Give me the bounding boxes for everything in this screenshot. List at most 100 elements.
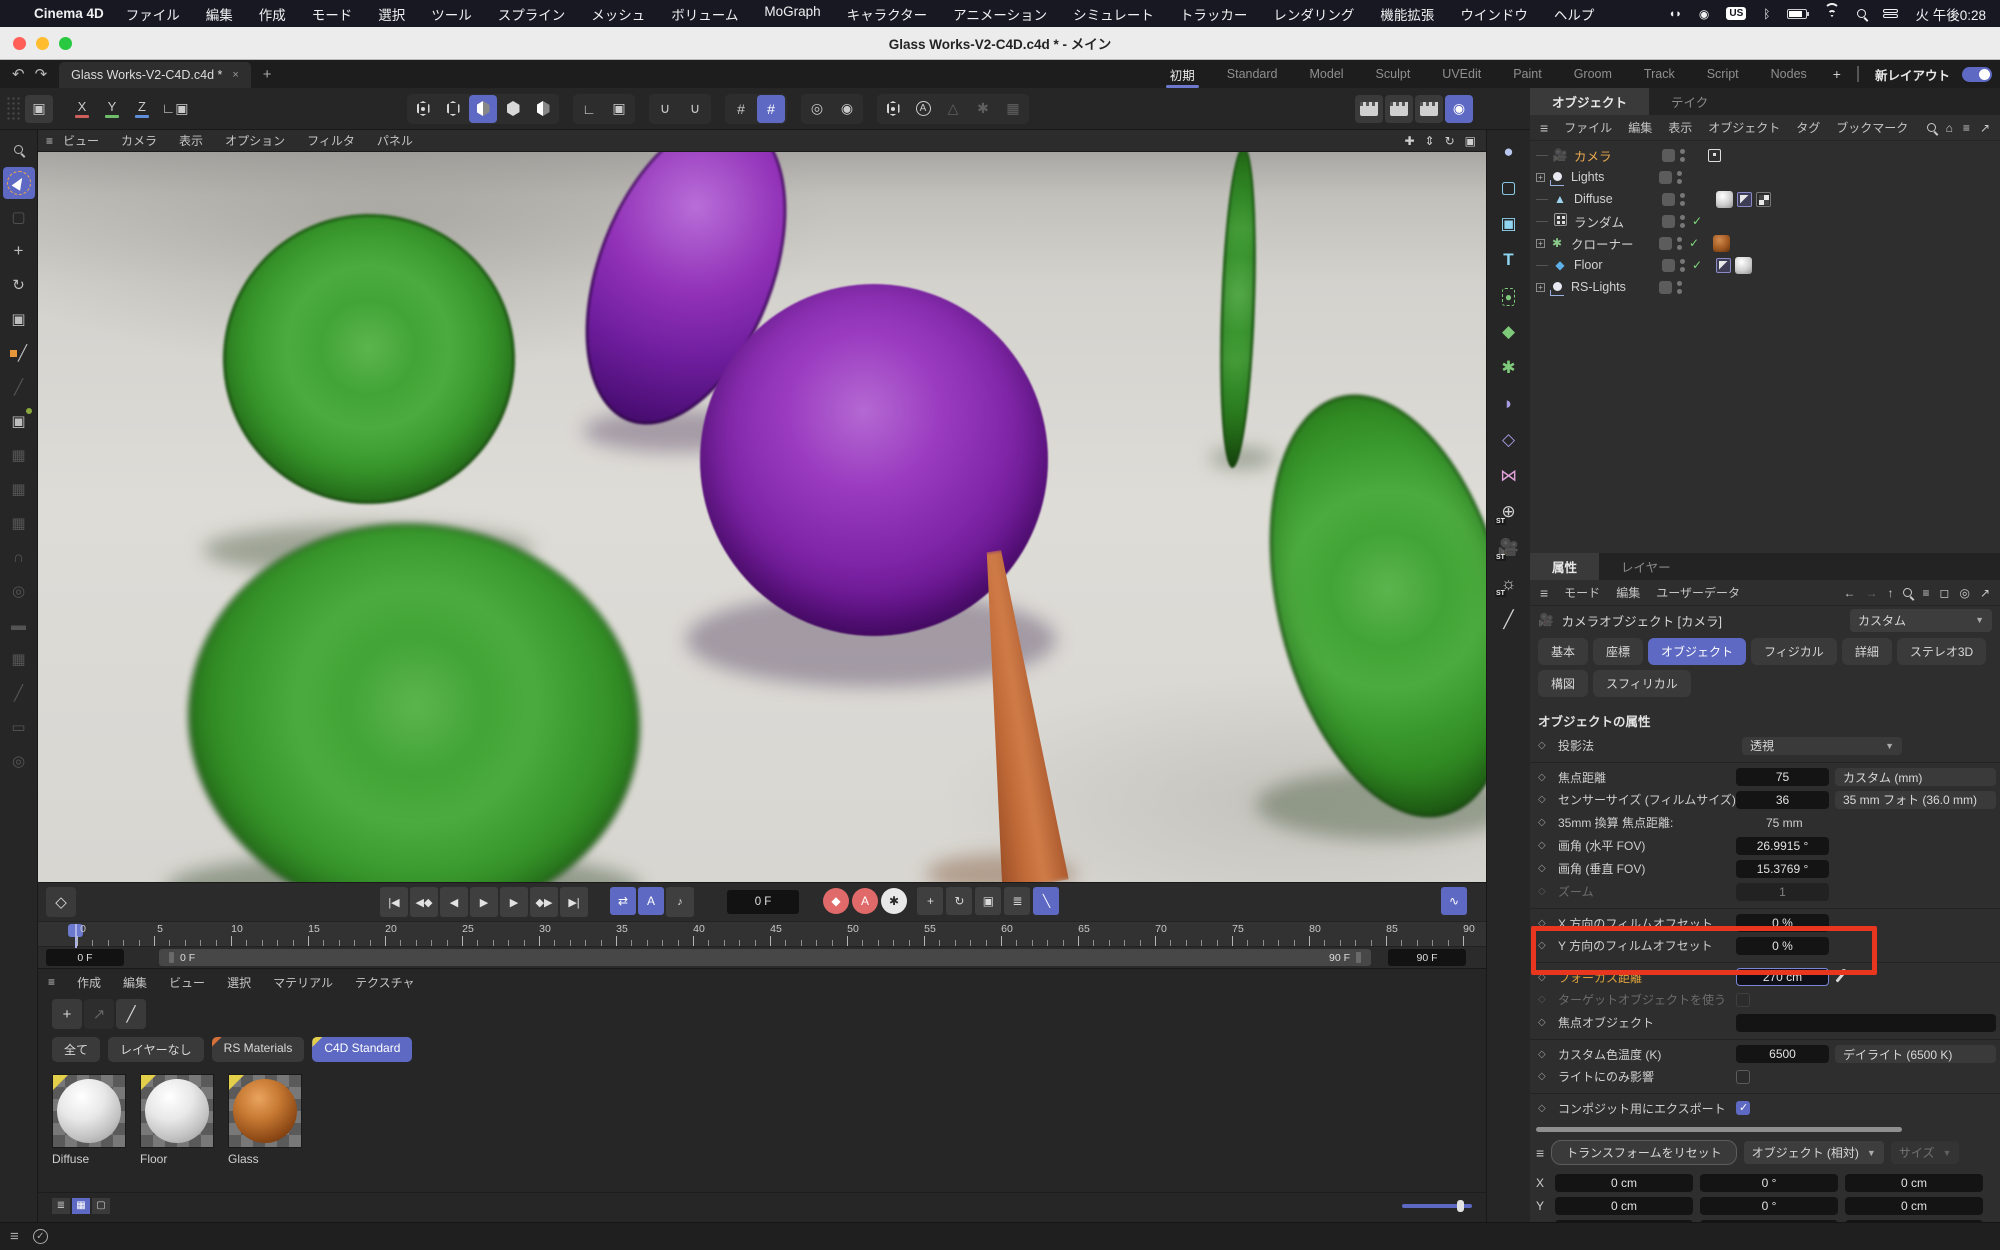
record-pla-button[interactable]: ╲ xyxy=(1033,887,1059,915)
points-mode-tool[interactable]: ▦ xyxy=(3,439,35,471)
layout-toggle-switch[interactable] xyxy=(1962,67,1992,82)
add-text-button[interactable]: T xyxy=(1491,243,1527,277)
spotlight-icon[interactable] xyxy=(1857,9,1866,18)
am-export-icon[interactable]: ↗ xyxy=(1980,586,1990,600)
jiggle-tool[interactable]: ◎ xyxy=(3,575,35,607)
om-menu-icon[interactable]: ≡ xyxy=(1540,120,1548,136)
om-home-icon[interactable]: ⌂ xyxy=(1946,121,1953,135)
menubar-item[interactable]: 編集 xyxy=(206,4,233,24)
move-tool[interactable]: + xyxy=(3,235,35,267)
grid-snap-button[interactable]: # xyxy=(727,95,755,123)
tex-white-tag[interactable] xyxy=(1735,257,1752,274)
om-export-icon[interactable]: ↗ xyxy=(1980,121,1990,135)
object-name[interactable]: ランダム xyxy=(1574,212,1662,231)
keyframe-diamond-icon[interactable]: ◇ xyxy=(1538,1017,1558,1028)
material-large-view-button[interactable]: ▢ xyxy=(92,1198,110,1214)
attribute-value-field[interactable]: 75 xyxy=(1736,768,1829,786)
target-rings-button[interactable]: ◎ xyxy=(803,95,831,123)
material-Glass[interactable]: Glass xyxy=(228,1074,304,1166)
layout-tab-Paint[interactable]: Paint xyxy=(1499,62,1556,86)
tab-属性[interactable]: 属性 xyxy=(1530,553,1599,580)
menubar-item[interactable]: MoGraph xyxy=(764,4,820,24)
axis-lock-y[interactable]: Y xyxy=(99,96,125,122)
keyframe-button[interactable]: ◇ xyxy=(46,887,76,917)
attribute-value-field[interactable]: 15.3769 ° xyxy=(1736,860,1829,878)
workplane-button[interactable]: ▣ xyxy=(605,95,633,123)
visibility-dots[interactable] xyxy=(1680,259,1685,272)
viewport-menu-パネル[interactable]: パネル xyxy=(377,132,413,149)
menubar-item[interactable]: キャラクター xyxy=(847,4,927,24)
am-menu-モード[interactable]: モード xyxy=(1564,584,1600,601)
play-button[interactable]: ▶ xyxy=(470,887,498,917)
viewport-menu-カメラ[interactable]: カメラ xyxy=(121,132,157,149)
snap-settings-button[interactable]: ∪ xyxy=(681,95,709,123)
om-menu-ブックマーク[interactable]: ブックマーク xyxy=(1836,119,1908,136)
deform-gear-button[interactable]: ✱ xyxy=(969,95,997,123)
orbit-icon[interactable]: ↻ xyxy=(1445,134,1455,148)
om-menu-ファイル[interactable]: ファイル xyxy=(1564,119,1612,136)
attribute-value-field[interactable]: 26.9915 ° xyxy=(1736,837,1829,855)
menubar-item[interactable]: ファイル xyxy=(126,4,180,24)
autokey-button[interactable]: A xyxy=(852,888,878,914)
keyframe-diamond-icon[interactable]: ◇ xyxy=(1538,1071,1558,1082)
phong-tag[interactable] xyxy=(1716,258,1731,273)
material-grid-view-button[interactable]: ▦ xyxy=(72,1198,90,1214)
add-layout-button[interactable]: + xyxy=(1825,66,1849,82)
layout-tab-Standard[interactable]: Standard xyxy=(1213,62,1292,86)
coordinate-system-button[interactable]: ∟▣ xyxy=(161,95,189,123)
expand-icon[interactable]: + xyxy=(1536,283,1545,292)
material-menu-ビュー[interactable]: ビュー xyxy=(169,974,205,991)
current-frame-field[interactable]: 0 F xyxy=(727,890,799,914)
layout-tab-UVEdit[interactable]: UVEdit xyxy=(1428,62,1495,86)
new-material-button[interactable]: + xyxy=(52,999,82,1029)
am-up-icon[interactable]: ↑ xyxy=(1887,586,1893,600)
add-scene-object-button[interactable]: ◇ xyxy=(1491,423,1527,457)
attribute-value-field[interactable]: 0 % xyxy=(1736,937,1829,955)
viewport-menu-ビュー[interactable]: ビュー xyxy=(63,132,99,149)
material-filter-C4D Standard[interactable]: C4D Standard xyxy=(312,1037,412,1062)
viewport-menu-オプション[interactable]: オプション xyxy=(225,132,285,149)
material-menu-マテリアル[interactable]: マテリアル xyxy=(273,974,333,991)
camera-active-icon[interactable] xyxy=(1708,149,1721,162)
target-gear-button[interactable]: ◉ xyxy=(833,95,861,123)
position-x-field[interactable]: 0 cm xyxy=(1555,1174,1693,1192)
bluetooth-icon[interactable]: ᛒ xyxy=(1763,7,1770,21)
viewport-menu-表示[interactable]: 表示 xyxy=(179,132,203,149)
coord-mode-dropdown[interactable]: オブジェクト (相対)▼ xyxy=(1744,1141,1884,1164)
layout-tab-Groom[interactable]: Groom xyxy=(1560,62,1626,86)
add-spline-button[interactable]: ▢ xyxy=(1491,171,1527,205)
am-menu-icon[interactable]: ≡ xyxy=(1540,585,1548,601)
attribute-unit-dropdown[interactable]: カスタム (mm) xyxy=(1835,768,1996,786)
object-row-Lights[interactable]: +Lights xyxy=(1530,166,2000,188)
tab-レイヤー[interactable]: レイヤー xyxy=(1599,553,1693,580)
attribute-unit-dropdown[interactable]: 35 mm フォト (36.0 mm) xyxy=(1835,791,1996,809)
om-menu-オブジェクト[interactable]: オブジェクト xyxy=(1708,119,1780,136)
material-menu-編集[interactable]: 編集 xyxy=(123,974,147,991)
tab-テイク[interactable]: テイク xyxy=(1649,88,1730,115)
reset-transform-button[interactable]: トランスフォームをリセット xyxy=(1551,1140,1736,1165)
rotation-x-field[interactable]: 0 ° xyxy=(1700,1174,1838,1192)
goto-end-button[interactable]: ▶| xyxy=(560,887,588,917)
visibility-dots[interactable] xyxy=(1680,215,1685,228)
status-menu-icon[interactable]: ≡ xyxy=(10,1228,19,1245)
keyframe-diamond-icon[interactable]: ◇ xyxy=(1538,817,1558,828)
object-name[interactable]: カメラ xyxy=(1574,146,1662,165)
layout-tab-Model[interactable]: Model xyxy=(1296,62,1358,86)
record-keyframe-button[interactable]: ◆ xyxy=(823,888,849,914)
size-x-field[interactable]: 0 cm xyxy=(1845,1174,1983,1192)
tweak-mode-tool[interactable]: ▣ xyxy=(3,405,35,437)
attribute-value-field[interactable]: 36 xyxy=(1736,791,1829,809)
object-name[interactable]: クローナー xyxy=(1571,234,1659,253)
keyframe-diamond-icon[interactable]: ◇ xyxy=(1538,740,1558,751)
attribute-value-field[interactable]: 270 cm xyxy=(1736,968,1829,986)
add-generator-button[interactable]: ● xyxy=(1491,279,1527,313)
viewport[interactable] xyxy=(38,152,1486,882)
close-document-icon[interactable]: × xyxy=(232,69,238,81)
am-lock-icon[interactable]: ◻ xyxy=(1939,586,1949,600)
quantize-button[interactable]: # xyxy=(757,95,785,123)
menubar-item[interactable]: シミュレート xyxy=(1073,4,1154,24)
object-name[interactable]: Lights xyxy=(1571,170,1659,184)
om-filter-icon[interactable]: ≡ xyxy=(1963,121,1970,135)
next-key-button[interactable]: ◆▶ xyxy=(530,887,558,917)
edit-pencil-button[interactable]: ╱ xyxy=(1491,603,1527,637)
